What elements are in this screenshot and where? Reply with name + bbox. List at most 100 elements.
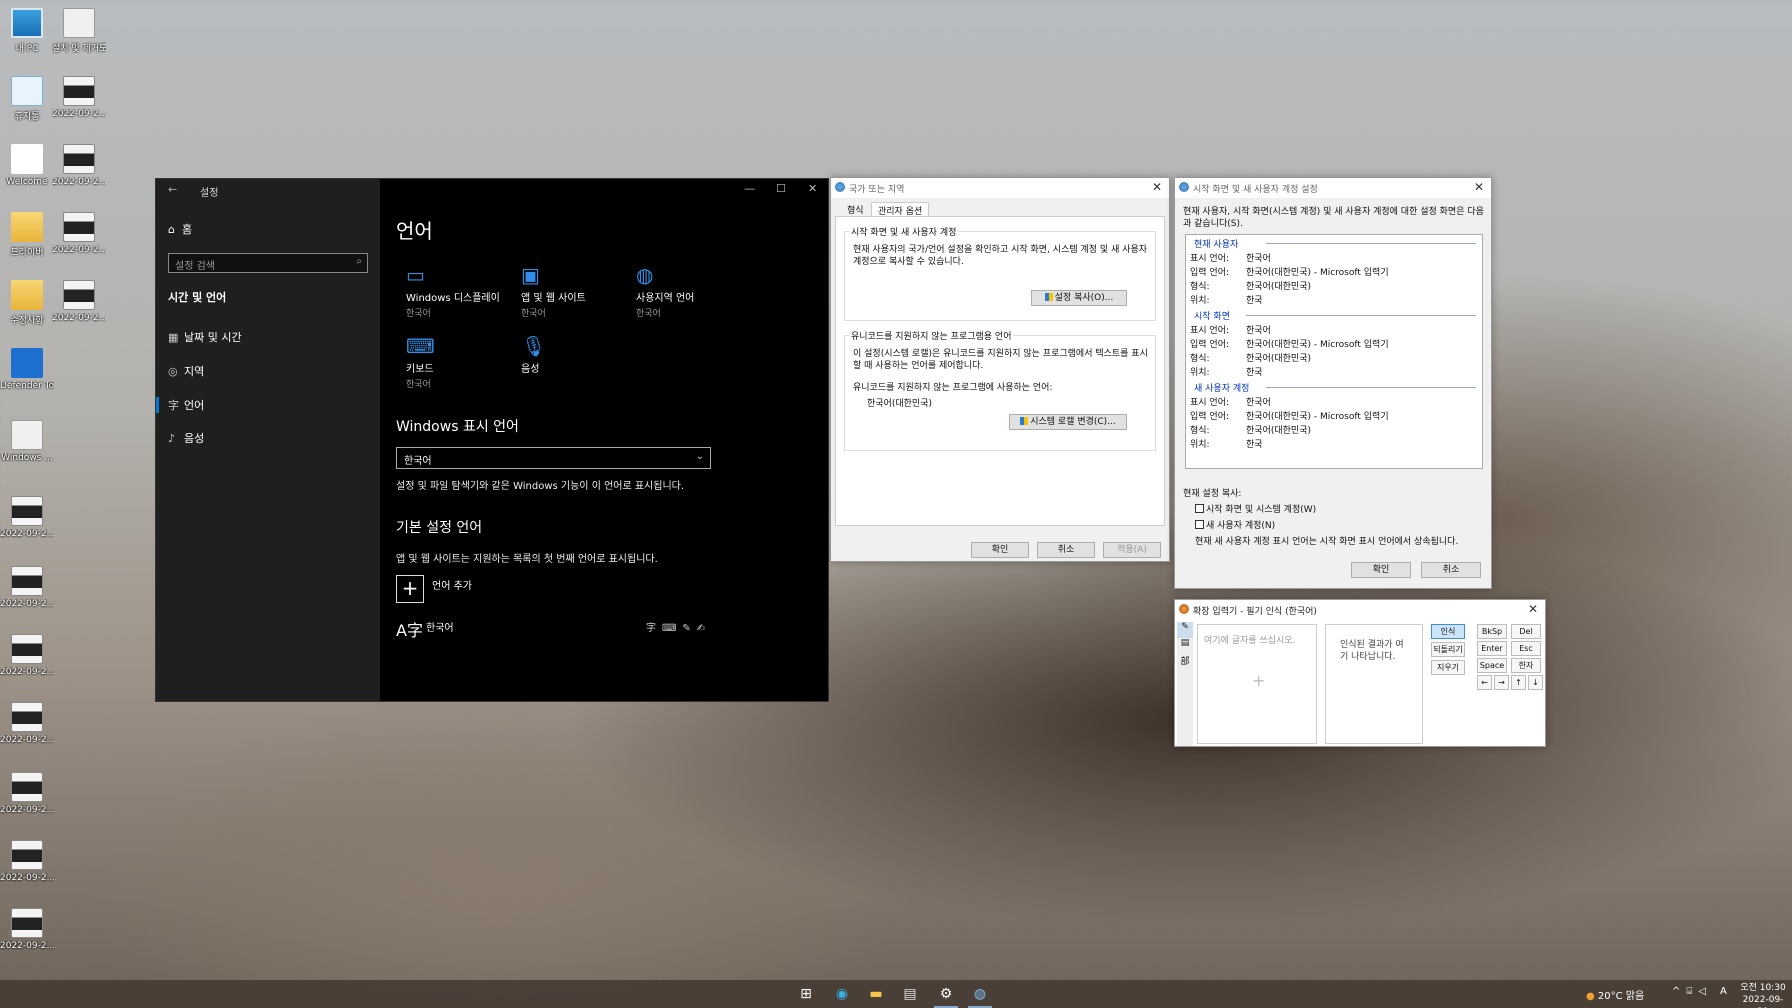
desktop-icon-screenshot[interactable]: 2022-09-2... xyxy=(0,634,54,677)
back-arrow-icon[interactable]: ← xyxy=(168,183,177,196)
nav-date-time[interactable]: ▦ 날짜 및 시간 xyxy=(168,329,242,345)
tile-windows-display[interactable]: ▭ Windows 디스플레이 한국어 xyxy=(406,263,516,319)
folder-icon xyxy=(11,212,43,242)
key-up-arrow[interactable]: ↑ xyxy=(1511,675,1526,690)
ime-indicator[interactable]: A xyxy=(1720,986,1727,997)
settings-window: ⌂ 홈 설정 검색 ⌕ 시간 및 언어 ▦ 날짜 및 시간 ◎ 지역 字 언어 ♪ 음성 … xyxy=(155,178,829,702)
tile-regional-format[interactable]: ◍ 사용지역 언어 한국어 xyxy=(636,263,746,319)
key-right-arrow[interactable]: → xyxy=(1494,675,1509,690)
desktop-icon-screenshot[interactable]: 2022-09-2... xyxy=(0,908,54,951)
close-button[interactable]: ✕ xyxy=(1528,602,1538,616)
change-system-locale-button[interactable]: 시스템 로캘 변경(C)... xyxy=(1009,414,1127,430)
desktop-icon-welcome[interactable]: Welcome xyxy=(0,144,54,187)
weather-widget[interactable]: ● 20°C 맑음 xyxy=(1586,987,1644,1002)
sun-icon: ● xyxy=(1586,991,1595,1002)
cancel-button[interactable]: 취소 xyxy=(1421,562,1481,578)
table-icon[interactable]: ▤ xyxy=(1177,638,1193,654)
key-delete[interactable]: Del xyxy=(1511,624,1541,639)
copy-settings-button[interactable]: 설정 복사(O)... xyxy=(1031,290,1127,306)
region-icon: ◎ xyxy=(168,365,178,378)
store-icon[interactable]: ▤ xyxy=(902,986,918,1002)
desktop-icon-screenshot[interactable]: 2022-09-2... xyxy=(0,702,54,745)
add-language-label[interactable]: 언어 추가 xyxy=(432,577,472,592)
desktop-icon-screenshot[interactable]: 2022-09-2... xyxy=(52,76,106,119)
checkbox-welcome-system[interactable]: 시작 화면 및 시스템 계정(W) xyxy=(1195,502,1316,515)
handwriting-canvas[interactable]: 여기에 글자를 쓰십시오. + xyxy=(1197,624,1317,744)
apply-button[interactable]: 적용(A) xyxy=(1103,542,1161,558)
nav-speech[interactable]: ♪ 음성 xyxy=(168,430,204,446)
keyboard-icon: ⌨ xyxy=(406,334,435,358)
desktop-icon-screenshot[interactable]: 2022-09-2... xyxy=(0,566,54,609)
tab-panel: 시작 화면 및 새 사용자 계정 현재 사용자의 국가/언어 설정을 확인하고 … xyxy=(835,216,1165,526)
tray-icons[interactable]: ^⌸◁ xyxy=(1672,986,1712,997)
nav-home[interactable]: ⌂ 홈 xyxy=(168,221,192,237)
radical-icon[interactable]: 部 xyxy=(1177,654,1193,670)
volume-icon: ◁ xyxy=(1698,986,1713,997)
desktop-icon-screenshot[interactable]: 2022-09-2... xyxy=(0,772,54,815)
tile-speech[interactable]: 🎙 음성 xyxy=(521,334,631,375)
desktop-icon-setup[interactable]: 설치 및 제거도구 xyxy=(52,8,106,54)
add-language-button[interactable]: + xyxy=(396,575,424,603)
cancel-button[interactable]: 취소 xyxy=(1037,542,1095,558)
language-capability-icons: 字⌨✎✍ xyxy=(646,623,712,634)
settings-gear-icon[interactable]: ⚙ xyxy=(938,986,954,1002)
desktop-icon-screenshot[interactable]: 2022-09-2... xyxy=(52,144,106,187)
desktop-icon-windows-tool[interactable]: Windows ... xyxy=(0,420,54,463)
chevron-down-icon: ⌄ xyxy=(695,451,704,462)
close-button[interactable]: ✕ xyxy=(1152,180,1162,194)
undo-button[interactable]: 되돌리기 xyxy=(1431,642,1465,657)
clear-button[interactable]: 지우기 xyxy=(1431,660,1465,675)
desktop-icon-screenshot[interactable]: 2022-09-2... xyxy=(52,280,106,323)
checkbox-new-user[interactable]: 새 사용자 계정(N) xyxy=(1195,518,1275,531)
key-space[interactable]: Space xyxy=(1477,658,1507,673)
ok-button[interactable]: 확인 xyxy=(971,542,1029,558)
desktop-icon-folder[interactable]: 드라이버 xyxy=(0,212,54,258)
key-escape[interactable]: Esc xyxy=(1511,641,1541,656)
screenshot-icon xyxy=(11,566,43,596)
browser-window-icon: ▣ xyxy=(521,263,540,287)
key-backspace[interactable]: BkSp xyxy=(1477,624,1507,639)
key-left-arrow[interactable]: ← xyxy=(1477,675,1492,690)
desktop-icon-screenshot[interactable]: 2022-09-2... xyxy=(0,496,54,539)
tile-apps-websites[interactable]: ▣ 앱 및 웹 사이트 한국어 xyxy=(521,263,631,319)
settings-main: 언어 ▭ Windows 디스플레이 한국어 ▣ 앱 및 웹 사이트 한국어 ◍ 사용지역… xyxy=(380,179,828,701)
pen-icon[interactable]: ✎ xyxy=(1177,622,1193,638)
desktop-icon-my-pc[interactable]: 내 PC xyxy=(0,8,54,54)
start-button[interactable]: ⊞ xyxy=(798,986,814,1002)
recognize-button[interactable]: 인식 xyxy=(1431,624,1465,639)
nav-region[interactable]: ◎ 지역 xyxy=(168,363,204,379)
file-explorer-icon[interactable]: ▬ xyxy=(868,986,884,1002)
screenshot-icon xyxy=(63,76,95,106)
current-system-locale: 한국어(대한민국) xyxy=(867,399,932,409)
key-enter[interactable]: Enter xyxy=(1477,641,1507,656)
chevron-up-icon: ^ xyxy=(1672,986,1687,997)
region-dialog: 국가 또는 지역 ✕ 형식 관리자 옵션 시작 화면 및 새 사용자 계정 현재… xyxy=(830,177,1170,562)
language-list-item[interactable]: A字 한국어 字⌨✎✍ xyxy=(396,617,705,641)
nav-language[interactable]: 字 언어 xyxy=(168,397,204,413)
ok-button[interactable]: 확인 xyxy=(1351,562,1411,578)
handwriting-pad-window: 확장 입력기 - 필기 인식 (한국어) ✕ ✎ ▤ 部 여기에 글자를 쓰십시… xyxy=(1174,599,1546,747)
desktop-icon-screenshot[interactable]: 2022-09-2... xyxy=(52,212,106,255)
tab-administrative[interactable]: 관리자 옵션 xyxy=(871,202,930,217)
settings-search-input[interactable]: 설정 검색 ⌕ xyxy=(168,253,368,273)
clock[interactable]: 오전 10:30 2022-09-21 xyxy=(1738,982,1788,1008)
desktop-icon-screenshot[interactable]: 2022-09-2... xyxy=(0,840,54,883)
desktop-icon-defender[interactable]: Defender Tools.exe xyxy=(0,348,54,391)
screenshot-icon xyxy=(11,772,43,802)
tile-keyboard[interactable]: ⌨ 키보드 한국어 xyxy=(406,334,516,390)
key-hanja[interactable]: 한자 xyxy=(1511,658,1541,673)
network-icon: ⌸ xyxy=(1686,986,1699,997)
key-down-arrow[interactable]: ↓ xyxy=(1528,675,1543,690)
close-button[interactable]: ✕ xyxy=(1474,180,1484,194)
screenshot-icon xyxy=(11,496,43,526)
kv-row: 입력 언어: 한국어(대한민국) - Microsoft 입력기 xyxy=(1190,340,1389,350)
edge-icon[interactable]: ◉ xyxy=(834,986,850,1002)
tab-formats[interactable]: 형식 xyxy=(841,202,870,217)
desktop-icon-folder[interactable]: 수정사항 xyxy=(0,280,54,326)
desktop-icon-recycle-bin[interactable]: 휴지통 xyxy=(0,76,54,122)
recycle-bin-icon xyxy=(11,76,43,106)
region-control-panel-icon[interactable]: ◍ xyxy=(972,986,988,1002)
section-title: 시간 및 언어 xyxy=(168,291,227,304)
laptop-icon: ▭ xyxy=(406,263,425,287)
display-language-select[interactable]: 한국어 ⌄ xyxy=(396,447,711,469)
